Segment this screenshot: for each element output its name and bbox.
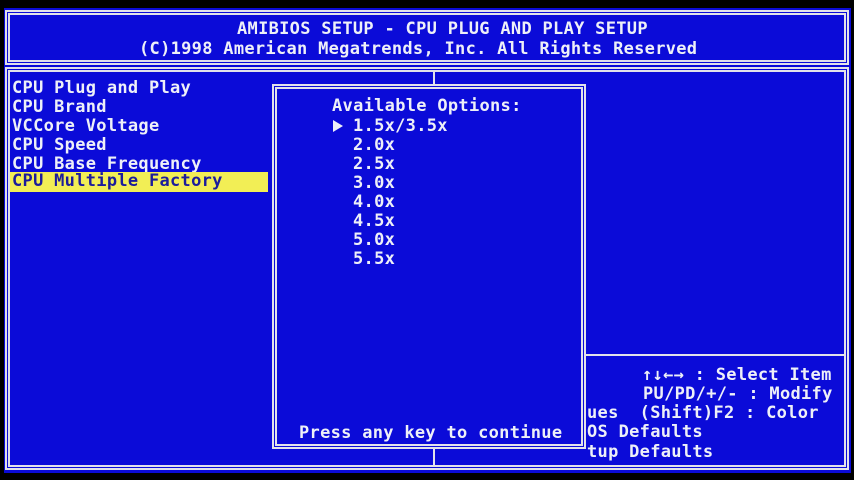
menu-item-cpu-multiple-factory[interactable]: CPU Multiple Factory: [10, 172, 268, 192]
copyright-line: (C)1998 American Megatrends, Inc. All Ri…: [139, 40, 697, 59]
help-modify: PU/PD/+/- : Modify: [643, 385, 833, 404]
help-color: ues (Shift)F2 : Color: [587, 404, 819, 423]
dialog-footer-prompt: Press any key to continue: [299, 424, 562, 443]
menu-item-cpu-brand[interactable]: CPU Brand: [12, 98, 107, 117]
option-1.5x-3.5x[interactable]: 1.5x/3.5x: [353, 117, 448, 136]
option-4.0x[interactable]: 4.0x: [353, 193, 395, 212]
help-bios-defaults: OS Defaults: [587, 423, 703, 442]
option-5.0x[interactable]: 5.0x: [353, 231, 395, 250]
option-4.5x[interactable]: 4.5x: [353, 212, 395, 231]
option-2.5x[interactable]: 2.5x: [353, 155, 395, 174]
help-setup-defaults: tup Defaults: [587, 443, 713, 462]
bios-setup-screen: AMIBIOS SETUP - CPU PLUG AND PLAY SETUP …: [0, 0, 854, 480]
dialog-title: Available Options:: [332, 97, 522, 116]
page-title: AMIBIOS SETUP - CPU PLUG AND PLAY SETUP: [237, 20, 648, 39]
selected-option-arrow-icon: [333, 120, 343, 132]
option-3.0x[interactable]: 3.0x: [353, 174, 395, 193]
help-select-item: ↑↓←→ : Select Item: [642, 366, 832, 385]
menu-item-vccore-voltage[interactable]: VCCore Voltage: [12, 117, 160, 136]
available-options-dialog: [272, 84, 586, 449]
menu-item-cpu-speed[interactable]: CPU Speed: [12, 136, 107, 155]
option-5.5x[interactable]: 5.5x: [353, 250, 395, 269]
option-2.0x[interactable]: 2.0x: [353, 136, 395, 155]
menu-item-cpu-plug-and-play[interactable]: CPU Plug and Play: [12, 79, 191, 98]
